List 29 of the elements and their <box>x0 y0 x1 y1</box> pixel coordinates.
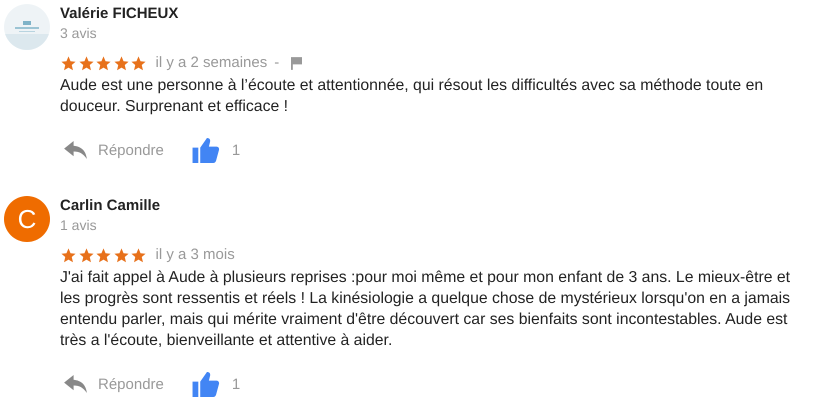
thumbs-up-icon <box>192 138 220 162</box>
author-name[interactable]: Valérie FICHEUX <box>60 4 813 24</box>
review-text: J'ai fait appel à Aude à plusieurs reprises :pour moi même et pour mon enfant de 3 ans. Le mieux-être et les progrès sont ressentis et réels ! La kinésiologie a quelque chose de mystérieux lorsqu'on en a jamais entendu parler, mais qui mérite vraiment d'être découvert car ses bienfaits sont incontestables. Aude est très a l'écoute, bienveillante et attentive à aider. <box>60 268 792 351</box>
like-button[interactable]: 1 <box>192 372 240 396</box>
review-date: il y a 2 semaines <box>156 53 268 73</box>
review-count: 3 avis <box>60 24 98 42</box>
reply-button[interactable]: Répondre <box>64 140 164 160</box>
star-icon <box>60 246 77 264</box>
author-name[interactable]: Carlin Camille <box>60 196 813 216</box>
star-icon <box>130 246 147 264</box>
star-icon <box>78 54 94 72</box>
reply-icon <box>64 140 87 160</box>
review-text: Aude est une personne à l’écoute et attentionnée, qui résout les difficultés avec sa méthode toute en douceur. Surprenant et efficace ! <box>60 76 764 117</box>
star-icon <box>95 246 112 264</box>
like-button[interactable]: 1 <box>192 138 240 162</box>
star-icon <box>112 54 130 72</box>
star-icon <box>60 54 77 72</box>
star-icon <box>78 246 94 264</box>
separator: - <box>274 53 280 73</box>
star-icon <box>112 246 130 264</box>
star-icon <box>95 54 112 72</box>
review-date: il y a 3 mois <box>156 245 235 265</box>
flag-icon[interactable] <box>291 56 302 70</box>
avatar: C <box>4 196 50 242</box>
star-icon <box>130 54 147 72</box>
review-count: 1 avis <box>60 216 98 234</box>
thumbs-up-icon <box>192 372 220 396</box>
reply-button[interactable]: Répondre <box>64 374 164 394</box>
reply-icon <box>64 374 87 394</box>
